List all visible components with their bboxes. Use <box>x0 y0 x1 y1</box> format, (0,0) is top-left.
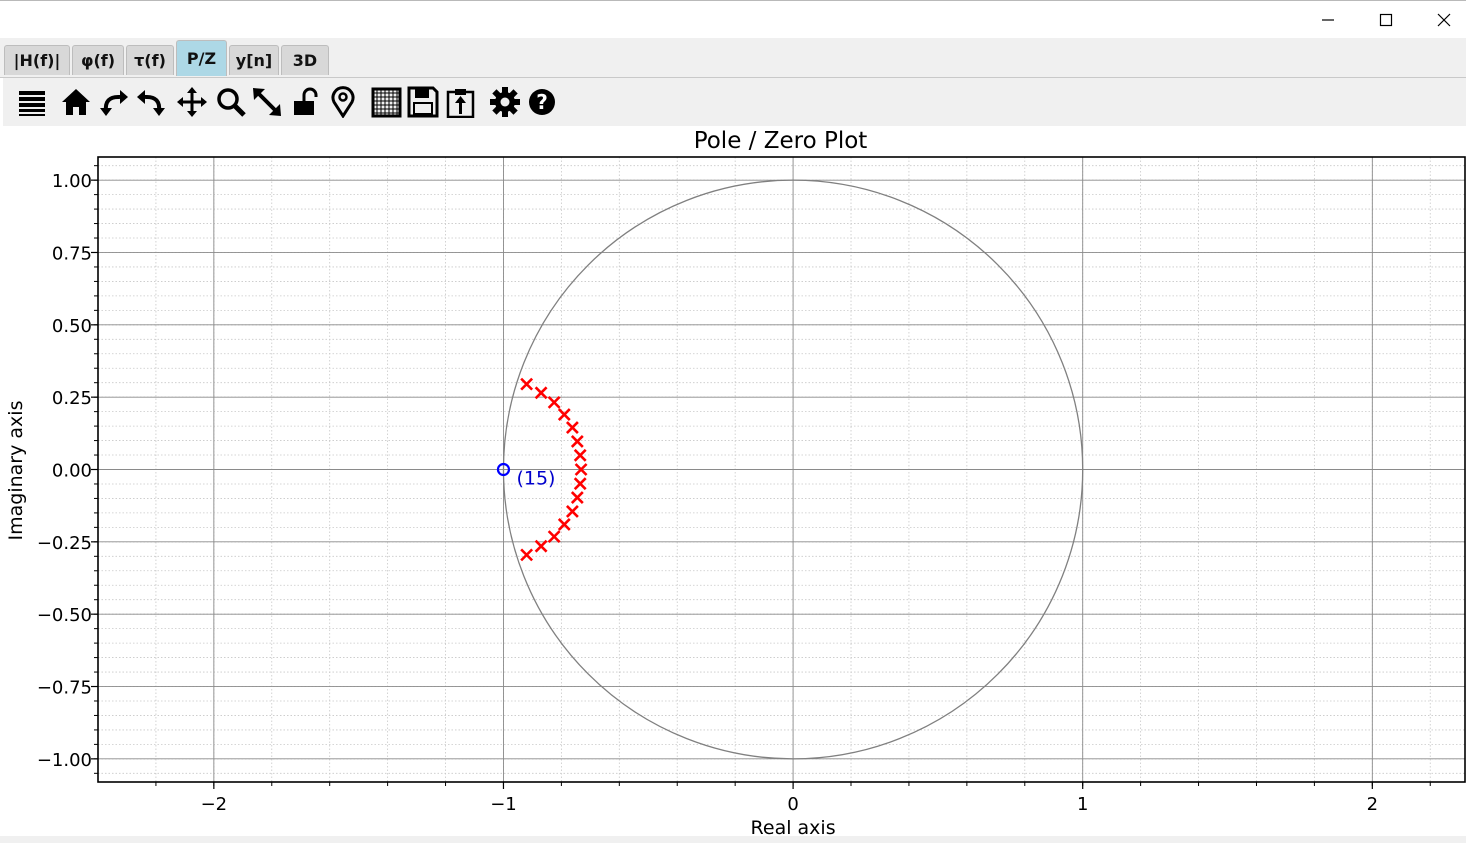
zoom-button[interactable] <box>213 82 249 120</box>
zoom-icon <box>217 88 246 117</box>
x-axis-label: Real axis <box>751 817 836 836</box>
y-tick-label: −0.25 <box>37 533 92 554</box>
pole-marker <box>565 421 579 434</box>
pole-zero-plot[interactable]: −2 −1 0 1 2 1.00 0.75 0.50 0.25 0.00 −0.25 −0.50 −0.… <box>3 126 1466 836</box>
pole-marker <box>520 377 534 391</box>
clipboard-icon <box>446 89 475 118</box>
tab-group-delay[interactable]: τ(f) <box>126 45 174 75</box>
minimize-button[interactable] <box>1314 7 1342 33</box>
clipboard-button[interactable] <box>443 82 479 120</box>
pole-marker <box>565 505 579 518</box>
y-tick-label: 0.00 <box>52 461 92 482</box>
y-tick-label: 0.75 <box>52 243 92 264</box>
tab-magnitude[interactable]: |H(f)| <box>4 45 70 75</box>
chart-title: Pole / Zero Plot <box>694 128 868 154</box>
tab-3d[interactable]: 3D <box>281 45 329 75</box>
x-tick-label: −2 <box>201 794 228 815</box>
marker-button[interactable] <box>325 82 361 120</box>
x-tick-label: 1 <box>1077 794 1088 815</box>
help-icon: ? <box>529 89 555 115</box>
x-tick-label: −1 <box>490 794 517 815</box>
y-tick-label: −0.50 <box>37 605 92 626</box>
marker-icon <box>331 86 355 118</box>
pole-marker <box>557 518 571 531</box>
y-tick-label: 0.25 <box>52 388 92 409</box>
settings-icon <box>490 87 520 117</box>
maximize-icon <box>1379 13 1393 27</box>
home-button[interactable] <box>58 82 94 120</box>
redo-button[interactable] <box>133 82 169 120</box>
bottom-strip <box>0 836 1466 843</box>
x-tick-label: 0 <box>787 794 798 815</box>
pole-marker <box>520 548 534 562</box>
home-icon <box>62 89 90 115</box>
lock-button[interactable] <box>288 82 324 120</box>
autoscale-icon <box>253 88 281 116</box>
pan-button[interactable] <box>174 82 210 120</box>
pole-marker <box>547 395 561 409</box>
toolbar: ? <box>3 78 1466 126</box>
save-icon <box>407 86 439 118</box>
grid-icon <box>371 87 402 118</box>
y-tick-label: −0.75 <box>37 678 92 699</box>
tab-pole-zero[interactable]: P/Z <box>176 40 227 76</box>
lock-icon <box>294 87 318 115</box>
save-button[interactable] <box>405 82 441 120</box>
settings-button[interactable] <box>487 82 523 120</box>
pan-icon <box>177 87 207 117</box>
y-tick-label: −1.00 <box>37 750 92 771</box>
y-tick-label: 1.00 <box>52 171 92 192</box>
title-bar <box>0 0 1466 38</box>
pole-marker <box>547 530 561 544</box>
plot-area[interactable]: −2 −1 0 1 2 1.00 0.75 0.50 0.25 0.00 −0.25 −0.50 −0.… <box>3 126 1466 838</box>
pole-marker <box>534 386 548 400</box>
pole-marker <box>557 408 571 421</box>
pole-marker <box>573 477 587 491</box>
grid-button[interactable] <box>368 82 404 120</box>
autoscale-button[interactable] <box>249 82 285 120</box>
x-tick-label: 2 <box>1367 794 1378 815</box>
help-button[interactable]: ? <box>524 82 560 120</box>
maximize-button[interactable] <box>1372 7 1400 33</box>
close-icon <box>1437 13 1451 27</box>
tab-impulse-response[interactable]: y[n] <box>229 45 279 75</box>
undo-icon <box>100 90 128 116</box>
pole-marker <box>534 539 548 553</box>
tab-phase[interactable]: φ(f) <box>72 45 124 75</box>
y-axis-label: Imaginary axis <box>5 401 27 541</box>
pole-marker <box>573 448 587 462</box>
pole-marker <box>570 491 584 504</box>
tab-bar: |H(f)| φ(f) τ(f) P/Z y[n] 3D <box>0 38 1466 78</box>
close-button[interactable] <box>1430 7 1458 33</box>
menu-button[interactable] <box>14 82 50 120</box>
minimize-icon <box>1322 19 1334 21</box>
undo-button[interactable] <box>96 82 132 120</box>
y-tick-label: 0.50 <box>52 316 92 337</box>
svg-text:?: ? <box>536 90 548 114</box>
menu-icon <box>19 91 45 116</box>
zero-multiplicity-label: (15) <box>516 468 555 490</box>
pole-marker <box>570 435 584 448</box>
redo-icon <box>137 90 165 116</box>
